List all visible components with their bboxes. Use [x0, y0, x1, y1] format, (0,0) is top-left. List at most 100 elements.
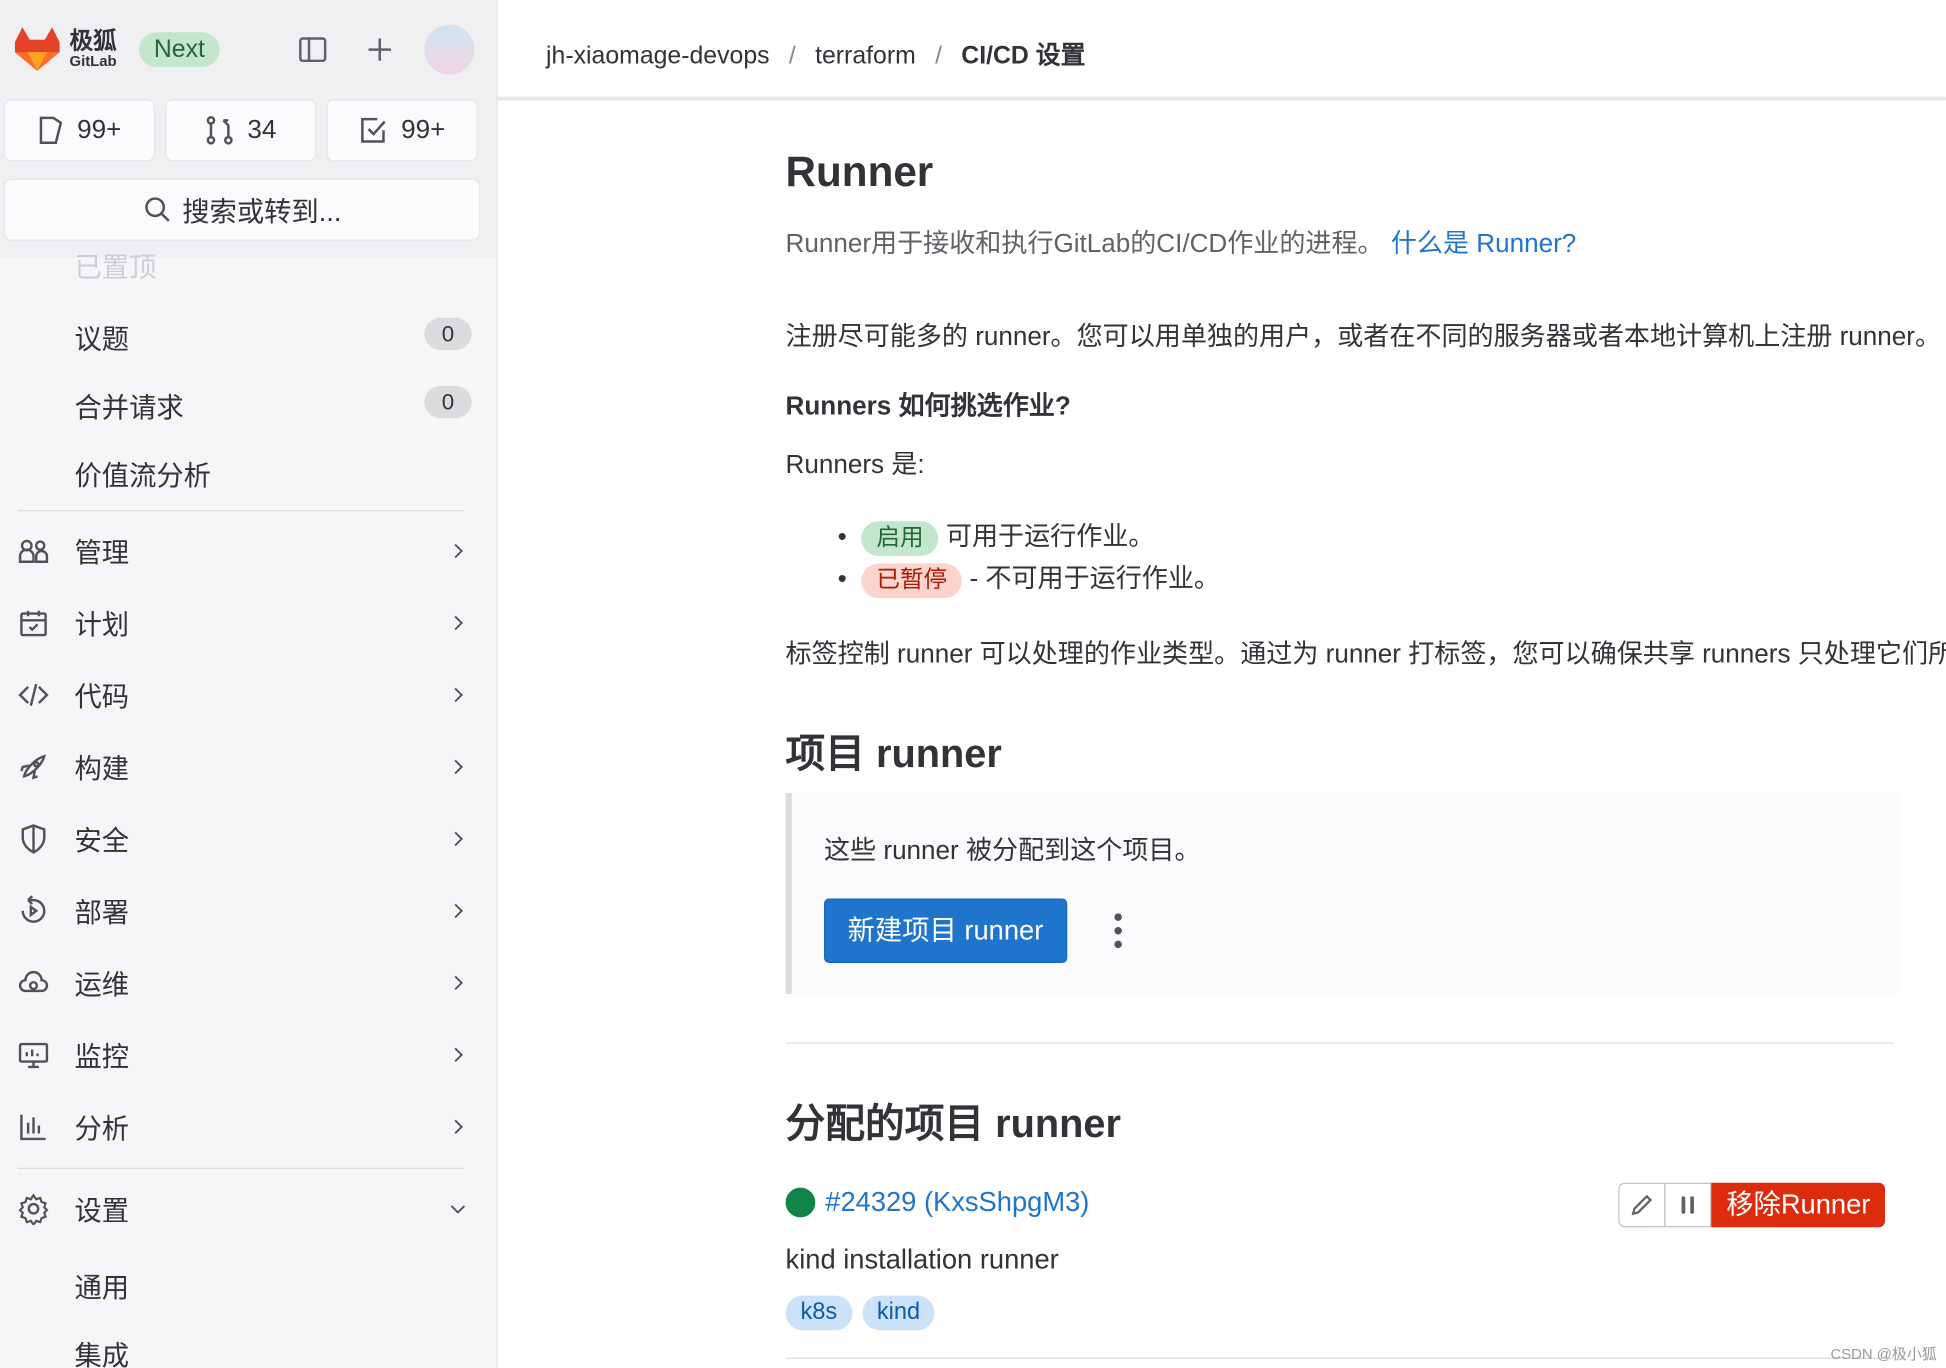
sidebar-item-chart[interactable]: 分析: [17, 1102, 476, 1152]
sidebar-item-label: 安全: [74, 825, 130, 857]
breadcrumb-separator: /: [935, 42, 942, 70]
sidebar-item-users[interactable]: 管理: [17, 526, 476, 576]
register-text: 注册尽可能多的 runner。您可以用单独的用户，或者在不同的服务器或者本地计算…: [785, 322, 1942, 352]
monitor-icon: [18, 1042, 49, 1069]
merge-requests-counter[interactable]: 34: [165, 99, 317, 162]
issues-counter[interactable]: 99+: [3, 99, 156, 162]
runner-link[interactable]: #24329 (KxsShpgM3): [825, 1186, 1089, 1218]
project-runners-title: 项目 runner: [785, 730, 1002, 776]
breadcrumb-project[interactable]: terraform: [815, 42, 916, 69]
todo-icon: [361, 117, 386, 143]
tag: k8s: [785, 1295, 853, 1331]
tags-text: 标签控制 runner 可以处理的作业类型。通过为 runner 打标签，您可以…: [785, 640, 1946, 669]
assigned-runners-title: 分配的项目 runner: [785, 1100, 1121, 1146]
search-placeholder: 搜索或转到...: [182, 196, 342, 228]
cloud-icon: [18, 970, 49, 993]
fox-logo-icon: [14, 27, 60, 71]
top-bar: jh-xiaomage-devops / terraform / CI/CD 设…: [497, 0, 1946, 101]
online-status-icon: [785, 1187, 816, 1218]
sidebar-item-shield[interactable]: 安全: [17, 814, 476, 864]
issues-count-badge: 0: [424, 317, 472, 350]
runners-are-text: Runners 是:: [785, 450, 925, 480]
sidebar-item-monitor[interactable]: 监控: [17, 1030, 476, 1080]
sidebar-item-integrations[interactable]: 集成: [74, 1334, 129, 1367]
users-icon: [18, 539, 49, 563]
sidebar-item-value-stream[interactable]: 价值流分析: [74, 454, 211, 494]
paused-badge: 已暂停: [861, 563, 963, 599]
divider: [785, 1042, 1894, 1044]
sidebar-item-settings[interactable]: 设置: [17, 1184, 476, 1234]
sidebar-item-label: 计划: [74, 609, 130, 641]
chevron-right-icon: [454, 543, 463, 559]
sidebar-item-issues[interactable]: 议题: [74, 318, 129, 358]
sidebar: 极狐 GitLab Next 99+ 34 99+ 搜索或转到... 已置顶 议…: [0, 0, 498, 1368]
merge-requests-count-badge: 0: [424, 385, 472, 419]
more-options-icon[interactable]: [1112, 912, 1124, 949]
todos-counter[interactable]: 99+: [326, 99, 478, 162]
project-runners-panel: 这些 runner 被分配到这个项目。 新建项目 runner: [785, 792, 1900, 995]
what-is-runner-link[interactable]: 什么是 Runner?: [1391, 230, 1576, 259]
state-text: 可用于运行作业。: [945, 522, 1155, 552]
online-badge: 启用: [861, 521, 939, 556]
sidebar-toggle-icon[interactable]: [298, 35, 328, 65]
sidebar-item-label: 构建: [74, 753, 130, 785]
state-online: • 启用 可用于运行作业。: [838, 516, 1155, 556]
shield-icon: [21, 824, 46, 854]
chevron-right-icon: [454, 903, 463, 919]
chevron-right-icon: [454, 831, 463, 847]
sidebar-item-label: 分析: [74, 1113, 130, 1145]
runner-tags: k8s kind: [785, 1295, 936, 1331]
merge-requests-count: 34: [247, 115, 277, 144]
rocket-icon: [20, 754, 47, 780]
sidebar-item-general[interactable]: 通用: [74, 1266, 129, 1306]
runner-description-text: kind installation runner: [785, 1243, 1059, 1275]
edit-button[interactable]: [1618, 1182, 1666, 1228]
sidebar-item-merge-requests[interactable]: 合并请求: [74, 386, 183, 426]
breadcrumb-group[interactable]: jh-xiaomage-devops: [546, 42, 770, 69]
sidebar-item-calendar[interactable]: 计划: [17, 598, 476, 648]
next-badge: Next: [138, 32, 220, 68]
merge-request-icon: [207, 116, 234, 145]
divider: [17, 510, 465, 512]
breadcrumb-separator: /: [788, 42, 796, 70]
logo[interactable]: 极狐 GitLab: [12, 25, 117, 72]
avatar[interactable]: [424, 24, 475, 75]
issues-count: 99+: [77, 115, 122, 144]
sidebar-item-label: 管理: [74, 537, 130, 569]
chevron-right-icon: [454, 1119, 463, 1135]
new-project-runner-button[interactable]: 新建项目 runner: [824, 898, 1067, 964]
sidebar-item-label: 部署: [74, 897, 130, 929]
sidebar-item-code[interactable]: 代码: [17, 670, 476, 720]
chevron-right-icon: [454, 615, 463, 631]
remove-runner-button[interactable]: 移除Runner: [1711, 1182, 1886, 1228]
sidebar-item-pinned[interactable]: 已置顶: [74, 246, 156, 286]
plus-icon[interactable]: [365, 35, 395, 65]
code-icon: [18, 683, 49, 707]
sidebar-item-rocket[interactable]: 构建: [17, 742, 476, 792]
chevron-right-icon: [454, 687, 463, 703]
sidebar-item-label: 设置: [74, 1195, 130, 1227]
pause-icon: [1681, 1196, 1694, 1214]
sidebar-item-cloud[interactable]: 运维: [17, 958, 476, 1008]
project-runners-desc: 这些 runner 被分配到这个项目。: [824, 836, 1201, 865]
state-text: - 不可用于运行作业。: [969, 564, 1220, 594]
main-content: Runner Runner用于接收和执行GitLab的CI/CD作业的进程。 什…: [785, 124, 1946, 1367]
divider: [17, 1167, 465, 1170]
state-paused: • 已暂停 - 不可用于运行作业。: [838, 558, 1220, 599]
tag: kind: [861, 1295, 936, 1331]
search-button[interactable]: 搜索或转到...: [3, 178, 481, 241]
chevron-down-icon: [450, 1205, 466, 1214]
watermark: CSDN @极小狐: [1830, 1345, 1937, 1363]
runner-actions: 移除Runner: [1618, 1182, 1886, 1228]
brand-name: 极狐: [69, 27, 117, 54]
breadcrumb: jh-xiaomage-devops / terraform / CI/CD 设…: [546, 35, 1085, 71]
runner-description: Runner用于接收和执行GitLab的CI/CD作业的进程。: [785, 229, 1384, 259]
pause-button[interactable]: [1665, 1182, 1712, 1228]
sidebar-item-label: 监控: [74, 1041, 130, 1073]
sidebar-item-deploy[interactable]: 部署: [17, 886, 476, 936]
chart-icon: [20, 1114, 46, 1141]
breadcrumb-current[interactable]: CI/CD 设置: [961, 42, 1085, 69]
sidebar-item-label: 代码: [74, 681, 130, 713]
calendar-icon: [20, 610, 47, 637]
how-title: Runners 如何挑选作业?: [785, 392, 1071, 421]
